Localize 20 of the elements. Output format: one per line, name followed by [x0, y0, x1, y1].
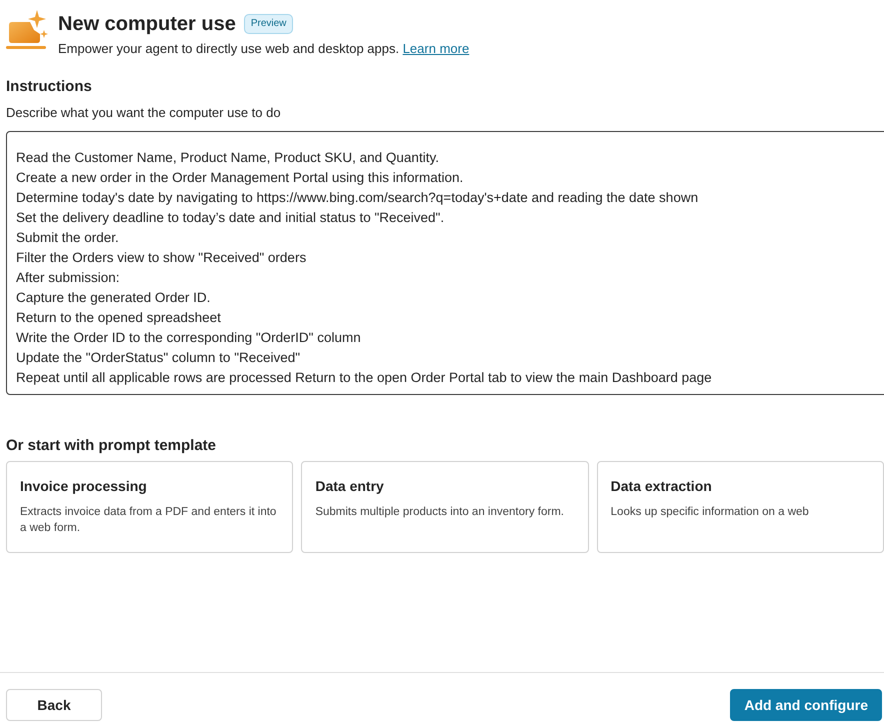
card-title: Data entry: [315, 477, 385, 495]
back-button[interactable]: Back: [6, 689, 102, 721]
learn-more-link[interactable]: Learn more: [402, 41, 470, 56]
card-description: Submits multiple products into an inventory form.: [315, 505, 565, 520]
templates-heading: Or start with prompt template: [6, 436, 218, 456]
instructions-description: Describe what you want the computer use to do: [6, 105, 282, 121]
card-title: Invoice processing: [20, 477, 148, 495]
page-title: New computer use: [58, 12, 236, 37]
add-and-configure-button[interactable]: Add and configure: [730, 689, 882, 721]
template-card[interactable]: Data extraction Looks up specific information on a web: [596, 461, 884, 553]
preview-badge: Preview: [244, 14, 294, 34]
instructions-heading: Instructions: [6, 77, 93, 97]
template-card[interactable]: Invoice processing Extracts invoice data from a PDF and enters it into a web form.: [6, 461, 294, 553]
subtitle-text: Empower your agent to directly use web and desktop apps. Learn more: [58, 41, 470, 57]
card-description: Looks up specific information on a web: [610, 505, 810, 520]
instructions-field[interactable]: Read the Customer Name, Product Name, Product SKU, and Quantity. Create a new order in the Order Management Portal using this information. Determine today's date by navigating to https://www.bing.com/search?q=today's+date and reading the date shown Set the delivery deadline to today’s date and initial status to "Received". Submit the order. Filter the Orders view to show "Received" orders After submission: Capture the generated Order ID. Return to the opened spreadsheet Write the Order ID to the corresponding "OrderID" column Update the "OrderStatus" column to "Received" Repeat until all applicable rows are processed Return to the open Order Portal tab to view the main Dashboard page: [6, 131, 884, 395]
laptop-sparkle-icon: [6, 10, 48, 50]
card-title: Data extraction: [610, 477, 713, 495]
card-description: Extracts invoice data from a PDF and enters it into a web form.: [20, 505, 278, 536]
template-card[interactable]: Data entry Submits multiple products into an inventory form.: [301, 461, 589, 553]
